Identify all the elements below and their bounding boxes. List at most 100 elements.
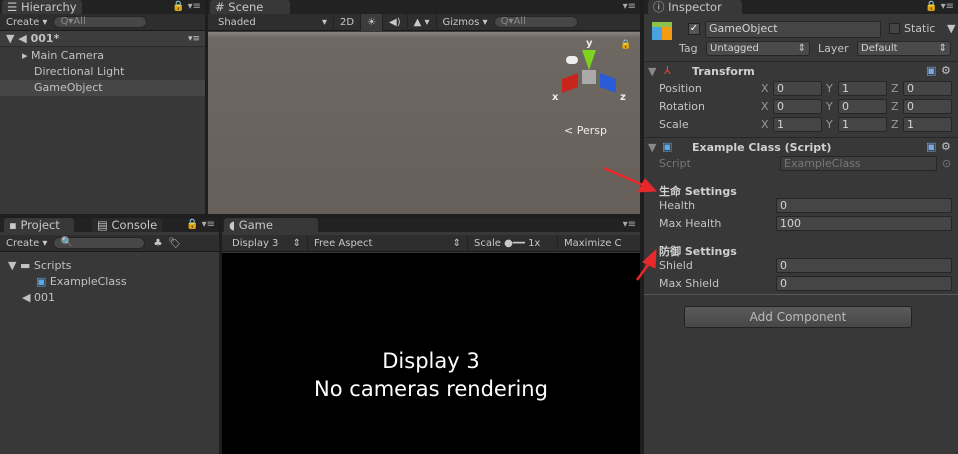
script-field[interactable]: ExampleClass: [780, 156, 937, 171]
hierarchy-item-gameobject[interactable]: GameObject: [0, 80, 205, 96]
tab-console[interactable]: ▤ Console: [92, 218, 163, 232]
layer-dropdown[interactable]: Default ⇕: [857, 41, 951, 56]
audio-toggle-icon[interactable]: ◀): [383, 13, 408, 31]
tab-label: Game: [238, 218, 273, 232]
foldout-icon[interactable]: ▼: [648, 141, 656, 154]
tab-inspector[interactable]: ⓘ Inspector: [648, 0, 742, 14]
max-health-input[interactable]: 100: [776, 216, 952, 231]
lock-icon[interactable]: 🔒: [620, 40, 631, 50]
tab-scene[interactable]: # Scene: [210, 0, 290, 14]
scene-name: 001*: [30, 32, 60, 45]
scene-search-input[interactable]: Q▾All: [493, 16, 578, 28]
item-label: Scripts: [33, 259, 72, 272]
hierarchy-item-directional-light[interactable]: Directional Light: [0, 64, 205, 80]
asset-scene-001[interactable]: ◀ 001: [0, 290, 219, 306]
filter-label-icon[interactable]: 🏷: [168, 238, 181, 249]
aspect-dropdown[interactable]: Free Aspect ⇕: [308, 234, 468, 252]
help-icon[interactable]: ▣: [926, 64, 936, 77]
menu-icon[interactable]: ▾≡: [623, 1, 636, 12]
object-name-input[interactable]: GameObject: [705, 21, 881, 38]
folder-scripts[interactable]: ▼ ▬ Scripts: [0, 258, 219, 274]
script-label: Script: [659, 157, 691, 170]
lock-menu-icon[interactable]: 🔒 ▾≡: [186, 219, 215, 230]
project-tabbar: ▪ Project ▤ Console 🔒 ▾≡: [0, 218, 219, 232]
display-dropdown[interactable]: Display 3 ⇕: [222, 234, 308, 252]
lock-menu-icon[interactable]: 🔒 ▾≡: [925, 1, 954, 12]
project-search-input[interactable]: 🔍: [53, 237, 146, 249]
position-x-input[interactable]: 0: [773, 81, 822, 96]
scene-viewport[interactable]: y x z 🔒 < Persp: [208, 32, 640, 214]
perspective-label[interactable]: < Persp: [564, 124, 607, 137]
tag-label: Tag: [679, 42, 698, 55]
grid-icon: #: [215, 0, 229, 14]
hierarchy-panel: ☰ Hierarchy 🔒 ▾≡ Create ▾ Q▾All ▼ ◀ 001*…: [0, 0, 205, 214]
tab-project[interactable]: ▪ Project: [4, 218, 74, 232]
filter-type-icon[interactable]: ♣: [153, 238, 162, 249]
create-button[interactable]: Create ▾: [0, 14, 53, 31]
scene-toolbar: Shaded ▾ 2D ☀ ◀) ▲ ▾ Gizmos ▾ Q▾All: [208, 13, 640, 31]
scale-slider[interactable]: Scale ●━━ 1x: [468, 234, 558, 252]
shading-dropdown[interactable]: Shaded ▾: [208, 13, 334, 31]
active-checkbox[interactable]: ✓: [688, 23, 700, 35]
rotation-y-input[interactable]: 0: [838, 99, 887, 114]
game-viewport[interactable]: Display 3 No cameras rendering: [222, 253, 640, 454]
axis-y-label: Y: [826, 118, 833, 131]
inspector-tabbar: ⓘ Inspector 🔒 ▾≡: [644, 0, 958, 14]
layer-value: Default: [861, 43, 898, 54]
position-y-input[interactable]: 1: [838, 81, 887, 96]
gear-icon[interactable]: ⚙: [941, 64, 951, 77]
shield-input[interactable]: 0: [776, 258, 952, 273]
gear-icon[interactable]: ⚙: [941, 140, 951, 153]
scale-z-input[interactable]: 1: [903, 117, 952, 132]
tab-label: Hierarchy: [20, 0, 77, 14]
unity-icon: ◀: [22, 291, 31, 304]
effects-toggle-icon[interactable]: ▲ ▾: [408, 13, 437, 31]
gizmos-dropdown[interactable]: Gizmos ▾: [437, 14, 494, 31]
menu-icon[interactable]: ▾≡: [188, 31, 200, 47]
foldout-icon[interactable]: ▼: [648, 65, 656, 78]
max-shield-input[interactable]: 0: [776, 276, 952, 291]
static-checkbox[interactable]: [889, 23, 900, 34]
item-label: Main Camera: [31, 49, 104, 62]
2d-toggle[interactable]: 2D: [334, 13, 362, 31]
tab-game[interactable]: ◖ Game: [224, 218, 318, 232]
transform-icon: ⅄: [664, 64, 671, 77]
pacman-icon: ◖: [229, 218, 239, 232]
component-title: Transform: [692, 65, 755, 78]
scene-row[interactable]: ▼ ◀ 001* ▾≡: [0, 31, 205, 47]
game-tabbar: ◖ Game ▾≡: [222, 218, 640, 232]
scale-label: Scale: [474, 237, 501, 249]
asset-exampleclass[interactable]: ▣ ExampleClass: [0, 274, 219, 290]
static-dropdown-icon[interactable]: ▼: [947, 22, 955, 35]
slider-knob[interactable]: ●━━: [504, 238, 525, 249]
max-shield-label: Max Shield: [659, 277, 720, 290]
hierarchy-search-input[interactable]: Q▾All: [53, 16, 148, 28]
gameobject-icon: [652, 22, 672, 40]
create-button[interactable]: Create ▾: [0, 235, 53, 252]
help-icon[interactable]: ▣: [926, 140, 936, 153]
component-title: Example Class (Script): [692, 141, 832, 154]
position-z-input[interactable]: 0: [903, 81, 952, 96]
folder-icon: ▪: [9, 218, 21, 232]
scale-y-input[interactable]: 1: [838, 117, 887, 132]
static-label: Static: [904, 22, 936, 35]
lighting-toggle-icon[interactable]: ☀: [361, 13, 384, 31]
add-component-button[interactable]: Add Component: [684, 306, 912, 328]
transform-header[interactable]: ▼ ⅄ Transform ▣ ⚙: [644, 63, 958, 81]
scale-x-input[interactable]: 1: [773, 117, 822, 132]
hierarchy-item-main-camera[interactable]: ▸ Main Camera: [0, 48, 205, 64]
lock-menu-icon[interactable]: 🔒 ▾≡: [172, 1, 201, 12]
maximize-toggle[interactable]: Maximize C: [558, 235, 628, 252]
tab-hierarchy[interactable]: ☰ Hierarchy: [2, 0, 82, 14]
health-input[interactable]: 0: [776, 198, 952, 213]
info-icon: ⓘ: [653, 0, 669, 14]
menu-icon[interactable]: ▾≡: [623, 219, 636, 230]
shading-label: Shaded: [218, 16, 256, 28]
rotation-x-input[interactable]: 0: [773, 99, 822, 114]
script-value: ExampleClass: [784, 157, 861, 170]
scene-gizmo[interactable]: y x z: [546, 38, 626, 108]
script-header[interactable]: ▼ ▣ Example Class (Script) ▣ ⚙: [644, 139, 958, 157]
object-picker-icon[interactable]: ⊙: [942, 157, 951, 170]
rotation-z-input[interactable]: 0: [903, 99, 952, 114]
tag-dropdown[interactable]: Untagged ⇕: [706, 41, 810, 56]
